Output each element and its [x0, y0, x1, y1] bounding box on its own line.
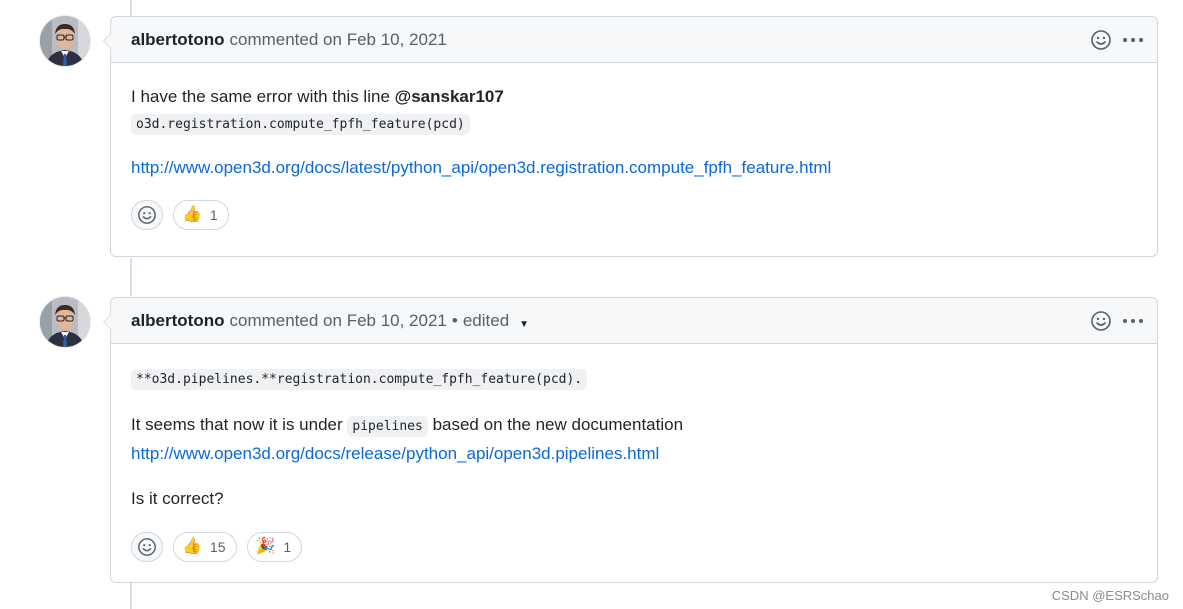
comment-body: **o3d.pipelines.**registration.compute_f… — [111, 344, 1157, 512]
kebab-horizontal-icon — [1123, 319, 1143, 323]
comment-date[interactable]: Feb 10, 2021 — [347, 311, 447, 331]
body-text: based on the new documentation — [427, 415, 684, 434]
code-line: o3d.registration.compute_fpfh_feature(pc… — [131, 113, 1137, 135]
reaction-count: 15 — [209, 539, 226, 555]
avatar[interactable] — [40, 297, 90, 347]
kebab-horizontal-icon — [1123, 38, 1143, 42]
add-reaction-button[interactable] — [1089, 309, 1113, 333]
reactions-bar: 👍 1 — [111, 200, 1157, 230]
timeline-line — [130, 0, 132, 16]
add-reaction-button[interactable] — [131, 200, 163, 230]
more-options-button[interactable] — [1121, 309, 1145, 333]
edited-dropdown[interactable]: edited ▼ — [463, 311, 529, 331]
comment-action: commented on — [229, 310, 342, 330]
reactions-bar: 👍 15 🎉 1 — [111, 532, 1157, 562]
user-avatar-icon — [40, 297, 90, 347]
add-reaction-button[interactable] — [131, 532, 163, 562]
reaction-tada[interactable]: 🎉 1 — [246, 532, 303, 562]
docs-link[interactable]: http://www.open3d.org/docs/latest/python… — [131, 158, 831, 177]
reaction-count: 1 — [283, 539, 292, 555]
tada-icon: 🎉 — [255, 538, 276, 555]
triangle-down-icon: ▼ — [519, 318, 530, 330]
thumbs-up-icon: 👍 — [182, 538, 202, 555]
smiley-icon — [1091, 311, 1111, 331]
watermark: CSDN @ESRSchao — [1051, 588, 1169, 603]
comment-paragraph: I have the same error with this line @sa… — [131, 85, 1137, 109]
smiley-icon — [138, 538, 156, 556]
timeline-line — [130, 583, 132, 609]
separator-dot: • — [451, 310, 458, 330]
comment-action: commented on — [229, 29, 342, 49]
user-mention[interactable]: @sanskar107 — [395, 87, 504, 106]
user-avatar-icon — [40, 16, 90, 66]
reaction-thumbs-up[interactable]: 👍 1 — [173, 200, 229, 230]
header-actions — [1089, 309, 1145, 333]
comment-author[interactable]: albertotono — [131, 311, 225, 331]
inline-code: pipelines — [347, 416, 428, 437]
comment-paragraph: Is it correct? — [131, 485, 1137, 512]
link-paragraph: http://www.open3d.org/docs/latest/python… — [131, 156, 1137, 180]
comment-paragraph: It seems that now it is under pipelines … — [131, 411, 1137, 467]
comment-date[interactable]: Feb 10, 2021 — [347, 30, 447, 50]
docs-link[interactable]: http://www.open3d.org/docs/release/pytho… — [131, 444, 659, 463]
inline-code: **o3d.pipelines.**registration.compute_f… — [131, 369, 588, 390]
body-text: It seems that now it is under — [131, 415, 348, 434]
smiley-icon — [138, 206, 156, 224]
header-actions — [1089, 28, 1145, 52]
comment: albertotono commented on Feb 10, 2021 I … — [103, 16, 1158, 257]
comment-author[interactable]: albertotono — [131, 30, 225, 50]
add-reaction-button[interactable] — [1089, 28, 1113, 52]
comment-header: albertotono commented on Feb 10, 2021 • … — [111, 298, 1157, 344]
comment-header: albertotono commented on Feb 10, 2021 — [111, 17, 1157, 63]
inline-code: o3d.registration.compute_fpfh_feature(pc… — [131, 114, 470, 135]
more-options-button[interactable] — [1121, 28, 1145, 52]
body-text: I have the same error with this line — [131, 87, 395, 106]
body-text: Is it correct? — [131, 489, 224, 508]
reaction-thumbs-up[interactable]: 👍 15 — [173, 532, 237, 562]
edited-label: edited — [462, 310, 510, 330]
comment-body: I have the same error with this line @sa… — [111, 63, 1157, 180]
code-line: **o3d.pipelines.**registration.compute_f… — [131, 368, 1137, 390]
avatar[interactable] — [40, 16, 90, 66]
thumbs-up-icon: 👍 — [182, 206, 202, 223]
reaction-count: 1 — [209, 207, 218, 223]
smiley-icon — [1091, 30, 1111, 50]
timeline-line — [130, 258, 132, 296]
comment: albertotono commented on Feb 10, 2021 • … — [103, 297, 1158, 583]
